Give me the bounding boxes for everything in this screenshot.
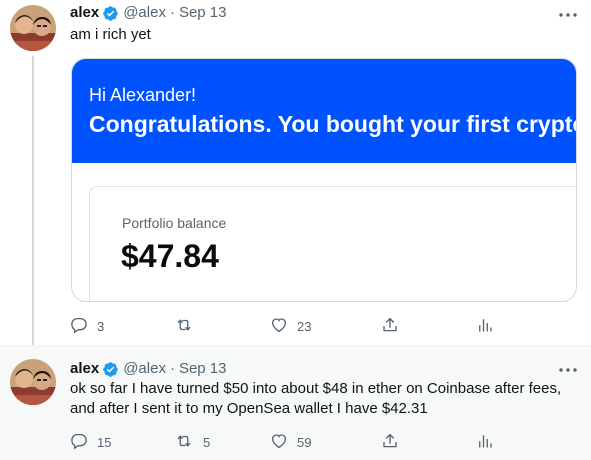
- author-handle[interactable]: @alex: [123, 359, 166, 379]
- retweet-count: 5: [203, 434, 211, 450]
- reply-button[interactable]: 15: [70, 431, 111, 453]
- like-count: 23: [297, 318, 312, 334]
- tweet-text: ok so far I have turned $50 into about $…: [70, 380, 562, 417]
- author-handle[interactable]: @alex: [123, 3, 166, 23]
- analytics-icon: [476, 316, 494, 337]
- analytics-button[interactable]: [476, 315, 494, 337]
- author-name[interactable]: alex: [70, 3, 99, 23]
- reply-icon: [70, 316, 88, 337]
- card-headline: Congratulations. You bought your first c…: [89, 111, 577, 137]
- avatar[interactable]: [10, 359, 56, 405]
- retweet-button[interactable]: [174, 315, 203, 337]
- analytics-icon: [476, 432, 494, 453]
- share-icon: [381, 316, 399, 337]
- separator: ·: [169, 360, 175, 377]
- embedded-image-card[interactable]: Hi Alexander! Congratulations. You bough…: [71, 58, 577, 302]
- tweet-date[interactable]: Sep 13: [179, 359, 227, 379]
- portfolio-balance-box: Portfolio balance $47.84: [89, 186, 576, 301]
- like-button[interactable]: 59: [270, 431, 311, 453]
- tweet-header: alex @alex · Sep 13: [70, 359, 227, 379]
- share-button[interactable]: [381, 431, 399, 453]
- share-icon: [381, 432, 399, 453]
- share-button[interactable]: [381, 315, 399, 337]
- more-options-icon[interactable]: [557, 5, 579, 25]
- retweet-button[interactable]: 5: [174, 431, 210, 453]
- verified-badge-icon: [102, 5, 119, 22]
- tweet-text: am i rich yet: [70, 26, 151, 43]
- card-greeting: Hi Alexander!: [89, 85, 197, 105]
- avatar[interactable]: [10, 5, 56, 51]
- reply-count: 3: [97, 318, 105, 334]
- retweet-icon: [174, 316, 194, 337]
- verified-badge-icon: [102, 361, 119, 378]
- tweet[interactable]: alex @alex · Sep 13 am i rich yet Hi Ale…: [0, 0, 591, 348]
- tweet-actions: 3 23: [70, 315, 500, 337]
- portfolio-balance-value: $47.84: [121, 238, 219, 274]
- author-name[interactable]: alex: [70, 359, 99, 379]
- retweet-icon: [174, 432, 194, 453]
- card-banner: Hi Alexander! Congratulations. You bough…: [72, 59, 576, 163]
- analytics-button[interactable]: [476, 431, 494, 453]
- like-count: 59: [297, 434, 312, 450]
- tweet-header: alex @alex · Sep 13: [70, 3, 227, 23]
- reply-button[interactable]: 3: [70, 315, 104, 337]
- heart-icon: [270, 432, 288, 453]
- heart-icon: [270, 316, 288, 337]
- tweet[interactable]: alex @alex · Sep 13 ok so far I have tur…: [0, 346, 591, 460]
- like-button[interactable]: 23: [270, 315, 311, 337]
- reply-icon: [70, 432, 88, 453]
- more-options-icon[interactable]: [557, 360, 579, 380]
- reply-count: 15: [97, 434, 112, 450]
- tweet-actions: 15 5 59: [70, 431, 500, 453]
- separator: ·: [169, 4, 175, 21]
- tweet-date[interactable]: Sep 13: [179, 3, 227, 23]
- thread-connector-line: [32, 56, 34, 348]
- portfolio-balance-label: Portfolio balance: [122, 215, 227, 231]
